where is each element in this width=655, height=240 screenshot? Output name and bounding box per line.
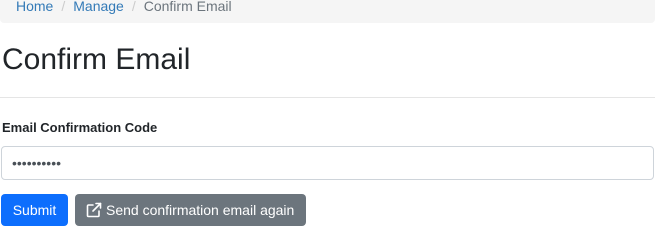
breadcrumb-separator: / bbox=[61, 0, 66, 14]
breadcrumb-current: Confirm Email bbox=[143, 0, 232, 14]
submit-button[interactable]: Submit bbox=[1, 194, 68, 226]
page-title: Confirm Email bbox=[2, 43, 191, 76]
breadcrumb-home-link[interactable]: Home bbox=[16, 0, 53, 14]
resend-confirmation-button[interactable]: Send confirmation email again bbox=[75, 194, 306, 226]
resend-button-label: Send confirmation email again bbox=[106, 202, 295, 218]
page: Home / Manage / Confirm Email Confirm Em… bbox=[0, 0, 655, 227]
breadcrumb-manage-link[interactable]: Manage bbox=[73, 0, 124, 14]
code-field-label: Email Confirmation Code bbox=[2, 120, 158, 135]
divider bbox=[0, 97, 655, 98]
external-link-icon bbox=[86, 202, 102, 218]
confirmation-code-input[interactable] bbox=[1, 146, 654, 180]
breadcrumb-separator: / bbox=[131, 0, 136, 14]
breadcrumb: Home / Manage / Confirm Email bbox=[0, 0, 655, 23]
